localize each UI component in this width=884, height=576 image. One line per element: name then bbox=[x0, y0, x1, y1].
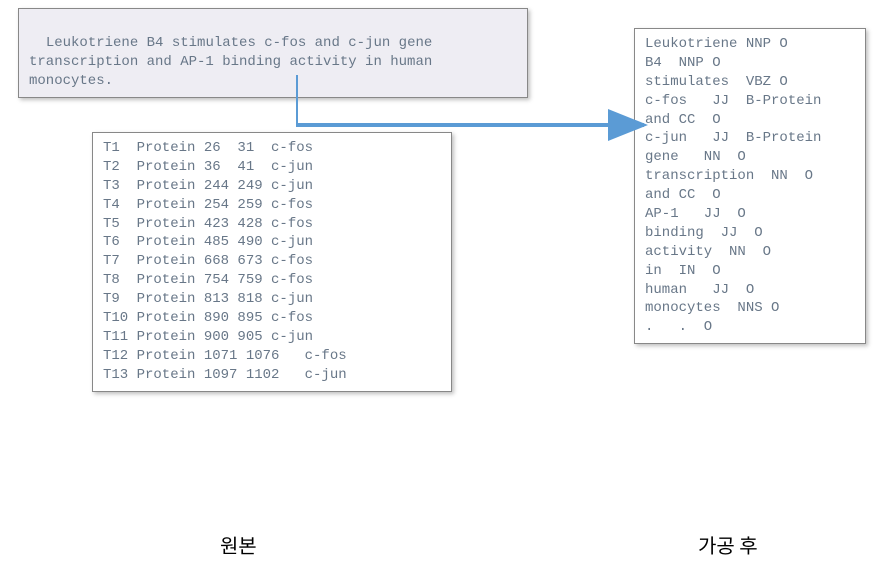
source-text-content: Leukotriene B4 stimulates c-fos and c-ju… bbox=[29, 35, 432, 89]
output-token-row: activity NN O bbox=[645, 243, 855, 262]
output-token-row: stimulates VBZ O bbox=[645, 73, 855, 92]
annotation-row: T5 Protein 423 428 c-fos bbox=[103, 215, 441, 234]
annotation-row: T9 Protein 813 818 c-jun bbox=[103, 290, 441, 309]
annotation-row: T13 Protein 1097 1102 c-jun bbox=[103, 366, 441, 385]
output-token-row: in IN O bbox=[645, 262, 855, 281]
annotation-row: T6 Protein 485 490 c-jun bbox=[103, 233, 441, 252]
output-token-row: and CC O bbox=[645, 186, 855, 205]
annotation-row: T4 Protein 254 259 c-fos bbox=[103, 196, 441, 215]
label-processed: 가공 후 bbox=[698, 530, 758, 559]
annotation-row: T3 Protein 244 249 c-jun bbox=[103, 177, 441, 196]
output-token-row: B4 NNP O bbox=[645, 54, 855, 73]
output-token-row: gene NN O bbox=[645, 148, 855, 167]
source-text-panel: Leukotriene B4 stimulates c-fos and c-ju… bbox=[18, 8, 528, 98]
output-panel: Leukotriene NNP OB4 NNP Ostimulates VBZ … bbox=[634, 28, 866, 344]
annotation-row: T12 Protein 1071 1076 c-fos bbox=[103, 347, 441, 366]
output-token-row: . . O bbox=[645, 318, 855, 337]
annotation-row: T11 Protein 900 905 c-jun bbox=[103, 328, 441, 347]
output-token-row: and CC O bbox=[645, 111, 855, 130]
output-token-row: Leukotriene NNP O bbox=[645, 35, 855, 54]
annotation-panel: T1 Protein 26 31 c-fosT2 Protein 36 41 c… bbox=[92, 132, 452, 392]
label-original: 원본 bbox=[220, 530, 257, 559]
annotation-row: T10 Protein 890 895 c-fos bbox=[103, 309, 441, 328]
annotation-row: T8 Protein 754 759 c-fos bbox=[103, 271, 441, 290]
annotation-row: T2 Protein 36 41 c-jun bbox=[103, 158, 441, 177]
output-token-row: monocytes NNS O bbox=[645, 299, 855, 318]
output-token-row: c-fos JJ B-Protein bbox=[645, 92, 855, 111]
output-token-row: c-jun JJ B-Protein bbox=[645, 129, 855, 148]
annotation-row: T7 Protein 668 673 c-fos bbox=[103, 252, 441, 271]
annotation-row: T1 Protein 26 31 c-fos bbox=[103, 139, 441, 158]
output-token-row: human JJ O bbox=[645, 281, 855, 300]
output-token-row: transcription NN O bbox=[645, 167, 855, 186]
output-token-row: binding JJ O bbox=[645, 224, 855, 243]
output-token-row: AP-1 JJ O bbox=[645, 205, 855, 224]
